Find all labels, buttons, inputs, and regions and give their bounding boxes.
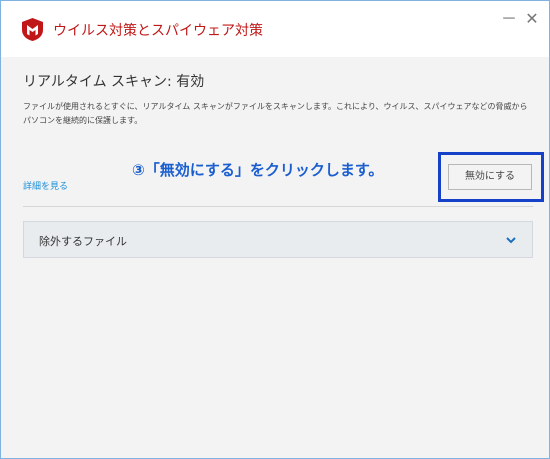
minimize-button[interactable]: － bbox=[501, 9, 517, 29]
chevron-down-icon bbox=[506, 237, 516, 244]
app-title: ウイルス対策とスパイウェア対策 bbox=[53, 23, 263, 39]
annotation-highlight-box bbox=[438, 152, 544, 202]
app-window: ウイルス対策とスパイウェア対策 － ✕ リアルタイム スキャン: 有効 ファイル… bbox=[0, 0, 550, 459]
title-bar: ウイルス対策とスパイウェア対策 － ✕ bbox=[1, 1, 549, 57]
excluded-files-label: 除外するファイル bbox=[39, 235, 127, 248]
divider bbox=[23, 206, 533, 207]
page-title: リアルタイム スキャン: 有効 bbox=[23, 74, 205, 90]
mcafee-shield-icon bbox=[22, 18, 43, 41]
close-button[interactable]: ✕ bbox=[524, 9, 540, 29]
excluded-files-accordion[interactable]: 除外するファイル bbox=[23, 221, 533, 258]
instruction-annotation: ③「無効にする」をクリックします。 bbox=[132, 161, 384, 179]
details-link[interactable]: 詳細を見る bbox=[23, 179, 68, 192]
scan-description: ファイルが使用されるとすぐに、リアルタイム スキャンがファイルをスキャンします。… bbox=[23, 102, 528, 125]
